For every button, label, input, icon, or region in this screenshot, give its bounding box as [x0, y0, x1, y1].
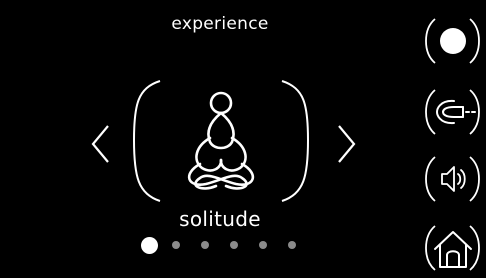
page-dot-4[interactable] — [230, 241, 238, 249]
screen-title: experience — [171, 14, 269, 34]
chevron-right-icon[interactable] — [333, 123, 359, 165]
left-bracket — [132, 80, 161, 202]
home-button[interactable] — [423, 222, 482, 274]
page-dot-6[interactable] — [288, 241, 296, 249]
home-icon — [434, 231, 472, 268]
connector-button[interactable] — [423, 86, 482, 138]
speaker-icon — [441, 166, 466, 192]
page-indicator — [138, 236, 308, 254]
experience-caption: solitude — [179, 207, 261, 231]
experience-card[interactable] — [130, 76, 312, 206]
page-dot-3[interactable] — [201, 241, 209, 249]
audio-jack-icon — [435, 99, 476, 125]
right-bracket — [281, 80, 310, 202]
meditation-figure-icon — [187, 91, 255, 190]
page-dot-1[interactable] — [141, 237, 158, 254]
record-button[interactable] — [423, 15, 482, 67]
page-dot-2[interactable] — [172, 241, 180, 249]
volume-button[interactable] — [423, 153, 482, 205]
chevron-left-icon[interactable] — [88, 123, 114, 165]
record-icon — [440, 28, 466, 54]
page-dot-5[interactable] — [259, 241, 267, 249]
